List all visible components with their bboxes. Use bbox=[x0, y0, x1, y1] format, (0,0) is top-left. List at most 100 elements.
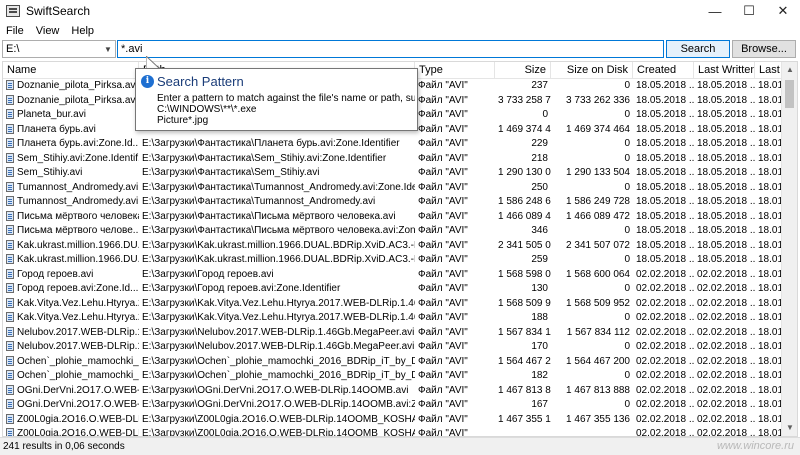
column-header-name[interactable]: Name bbox=[3, 62, 139, 79]
maximize-button[interactable]: ☐ bbox=[732, 0, 766, 22]
cell-created: 02.02.2018 ... bbox=[636, 428, 694, 437]
title-bar: SwiftSearch — ☐ ✕ bbox=[0, 0, 800, 22]
table-row[interactable]: Ochen`_plohie_mamochki_... E:\Загрузки\Oc… bbox=[3, 355, 783, 370]
cell-type: Файл "AVI" bbox=[418, 94, 468, 106]
cell-last-accessed: 18.01.2 bbox=[758, 138, 783, 149]
cell-type: Файл "AVI" bbox=[418, 283, 468, 294]
file-icon bbox=[6, 312, 14, 322]
cell-size-on-disk: 1 290 133 504 bbox=[566, 167, 630, 178]
cell-created: 18.05.2018 ... bbox=[636, 138, 694, 149]
search-button[interactable]: Search bbox=[666, 40, 730, 58]
file-name-text: Ochen`_plohie_mamochki_... bbox=[17, 370, 139, 381]
table-row[interactable]: Z00L0gia.2O16.O.WEB-DLR...E:\Загрузки\Z0… bbox=[3, 427, 783, 437]
cell-size-on-disk: 1 586 249 728 bbox=[566, 196, 630, 207]
table-row[interactable]: Tumannost_Andromedy.avi... E:\Загрузки\Фа… bbox=[3, 181, 783, 196]
file-icon bbox=[6, 399, 14, 409]
cell-last-accessed: 18.01.2 bbox=[758, 297, 783, 309]
table-row[interactable]: OGni.DerVni.2O17.O.WEB-... E:\Загрузки\OG… bbox=[3, 398, 783, 413]
cell-size: 3 733 258 799 bbox=[498, 94, 551, 106]
scroll-thumb[interactable] bbox=[785, 80, 794, 108]
menu-file[interactable]: File bbox=[0, 25, 30, 37]
table-row[interactable]: Z00L0gia.2O16.O.WEB-DLR...E:\Загрузки\Z0… bbox=[3, 413, 783, 428]
cell-type: Файл "AVI" bbox=[418, 312, 468, 323]
cell-size: 346 bbox=[531, 225, 548, 236]
table-row[interactable]: Kak.ukrast.million.1966.DU... E:\Загрузки… bbox=[3, 239, 783, 254]
minimize-button[interactable]: — bbox=[698, 0, 732, 22]
cell-last-accessed: 18.01.2 bbox=[758, 196, 783, 207]
pattern-input[interactable] bbox=[117, 40, 664, 58]
cell-type: Файл "AVI" bbox=[418, 80, 468, 91]
scroll-down-icon[interactable]: ▼ bbox=[782, 420, 797, 436]
menu-help[interactable]: Help bbox=[65, 25, 100, 37]
cell-last-written: 18.05.2018 ... bbox=[697, 152, 755, 164]
cell-name: Sem_Stihiy.avi bbox=[3, 166, 139, 181]
column-header-size[interactable]: Size bbox=[495, 62, 551, 79]
table-row[interactable]: Город героев.avi:Zone.Id... E:\Загрузки\Г… bbox=[3, 282, 783, 297]
cell-size-on-disk: 1 469 374 464 bbox=[566, 123, 630, 135]
drive-select[interactable]: E:\ ▼ bbox=[2, 40, 116, 58]
table-row[interactable]: Письма мёртвого человека... E:\Загрузки\Ф… bbox=[3, 210, 783, 225]
scroll-up-icon[interactable]: ▲ bbox=[782, 62, 797, 78]
cell-path: E:\Загрузки\Z00L0gia.2O16.O.WEB-DLRip.14… bbox=[142, 413, 415, 425]
cell-size-on-disk bbox=[551, 427, 633, 436]
info-icon: i bbox=[141, 75, 154, 88]
cell-created: 18.05.2018 ... bbox=[636, 254, 694, 265]
cell-last-written: 02.02.2018 ... bbox=[697, 355, 755, 367]
table-row[interactable]: Sem_Stihiy.avi:Zone.Identif... E:\Загрузк… bbox=[3, 152, 783, 167]
cell-size: 182 bbox=[531, 370, 548, 381]
column-header-last-accessed[interactable]: Last Ac bbox=[755, 62, 783, 79]
cell-last-accessed: 18.01.2 bbox=[758, 370, 783, 381]
cell-last-accessed: 18.01.2 bbox=[758, 326, 783, 338]
column-header-created[interactable]: Created bbox=[633, 62, 694, 79]
vertical-scrollbar[interactable]: ▲ ▼ bbox=[781, 62, 797, 436]
cell-type: Файл "AVI" bbox=[418, 239, 468, 251]
cell-last-written: 18.05.2018 ... bbox=[697, 254, 755, 265]
table-row[interactable]: Nelubov.2017.WEB-DLRip.1... E:\Загрузки\N… bbox=[3, 340, 783, 355]
file-name-text: OGni.DerVni.2O17.O.WEB-... bbox=[17, 384, 139, 396]
column-header-type[interactable]: Type bbox=[415, 62, 495, 79]
cell-path: E:\Загрузки\Фантастика\Tumannost_Androme… bbox=[142, 196, 376, 207]
file-name-text: Tumannost_Andromedy.avi bbox=[17, 196, 139, 207]
cell-last-accessed: 18.01.2 bbox=[758, 167, 783, 178]
file-name-text: Sem_Stihiy.avi:Zone.Identif... bbox=[17, 152, 139, 164]
cell-size: 1 568 598 016 bbox=[498, 268, 551, 280]
cell-last-written: 18.05.2018 ... bbox=[697, 225, 755, 236]
file-name-text: Город героев.avi:Zone.Id... bbox=[17, 283, 139, 294]
cell-last-accessed: 18.01.2 bbox=[758, 80, 783, 91]
cell-type: Файл "AVI" bbox=[418, 355, 468, 367]
table-row[interactable]: Ochen`_plohie_mamochki_... E:\Загрузки\Oc… bbox=[3, 369, 783, 384]
chevron-down-icon[interactable]: ▼ bbox=[101, 45, 115, 54]
table-row[interactable]: Nelubov.2017.WEB-DLRip.1... E:\Загрузки\N… bbox=[3, 326, 783, 341]
column-header-last-written[interactable]: Last Written bbox=[694, 62, 755, 79]
cell-name: OGni.DerVni.2O17.O.WEB-... bbox=[3, 384, 139, 399]
table-row[interactable]: OGni.DerVni.2O17.O.WEB-... E:\Загрузки\OG… bbox=[3, 384, 783, 399]
table-row[interactable]: Tumannost_Andromedy.avi E:\Загрузки\Фанта… bbox=[3, 195, 783, 210]
cell-size: 1 567 834 112 bbox=[498, 326, 551, 338]
column-header-size-on-disk[interactable]: Size on Disk bbox=[551, 62, 633, 79]
file-name-text: Doznanie_pilota_Pirksa.avi bbox=[17, 94, 138, 106]
cell-path: E:\Загрузки\Фантастика\Планета бурь.avi:… bbox=[142, 138, 400, 149]
cell-size-on-disk: 1 467 813 888 bbox=[566, 384, 630, 396]
file-name-text: Kak.Vitya.Vez.Lehu.Htyrya.2... bbox=[17, 297, 139, 309]
table-row[interactable]: Kak.Vitya.Vez.Lehu.Htyrya.2... E:\Загрузк… bbox=[3, 297, 783, 312]
file-icon bbox=[6, 167, 14, 177]
table-row[interactable]: Kak.ukrast.million.1966.DU... E:\Загрузки… bbox=[3, 253, 783, 268]
menu-view[interactable]: View bbox=[30, 25, 66, 37]
cell-created: 02.02.2018 ... bbox=[636, 326, 694, 338]
cell-size: 259 bbox=[531, 254, 548, 265]
cell-last-accessed: 18.01.2 bbox=[758, 312, 783, 323]
cell-path: E:\Загрузки\OGni.DerVni.2O17.O.WEB-DLRip… bbox=[142, 384, 409, 396]
file-name-text: Kak.ukrast.million.1966.DU... bbox=[17, 254, 139, 265]
table-row[interactable]: Письма мёртвого челове... E:\Загрузки\Фан… bbox=[3, 224, 783, 239]
cell-size-on-disk: 1 467 355 136 bbox=[566, 413, 630, 425]
table-row[interactable]: Sem_Stihiy.avi E:\Загрузки\Фантастика\Sem… bbox=[3, 166, 783, 181]
cell-size-on-disk: 0 bbox=[624, 109, 630, 120]
table-row[interactable]: Планета бурь.avi:Zone.Id... E:\Загрузки\Ф… bbox=[3, 137, 783, 152]
table-row[interactable]: Город героев.avi E:\Загрузки\Город героев… bbox=[3, 268, 783, 283]
close-button[interactable]: ✕ bbox=[766, 0, 800, 22]
browse-button[interactable]: Browse... bbox=[732, 40, 796, 58]
cell-size-on-disk: 0 bbox=[624, 370, 630, 381]
cell-created: 02.02.2018 ... bbox=[636, 399, 694, 410]
file-name-text: Doznanie_pilota_Pirksa.avi... bbox=[17, 80, 139, 91]
table-row[interactable]: Kak.Vitya.Vez.Lehu.Htyrya.2... E:\Загрузк… bbox=[3, 311, 783, 326]
